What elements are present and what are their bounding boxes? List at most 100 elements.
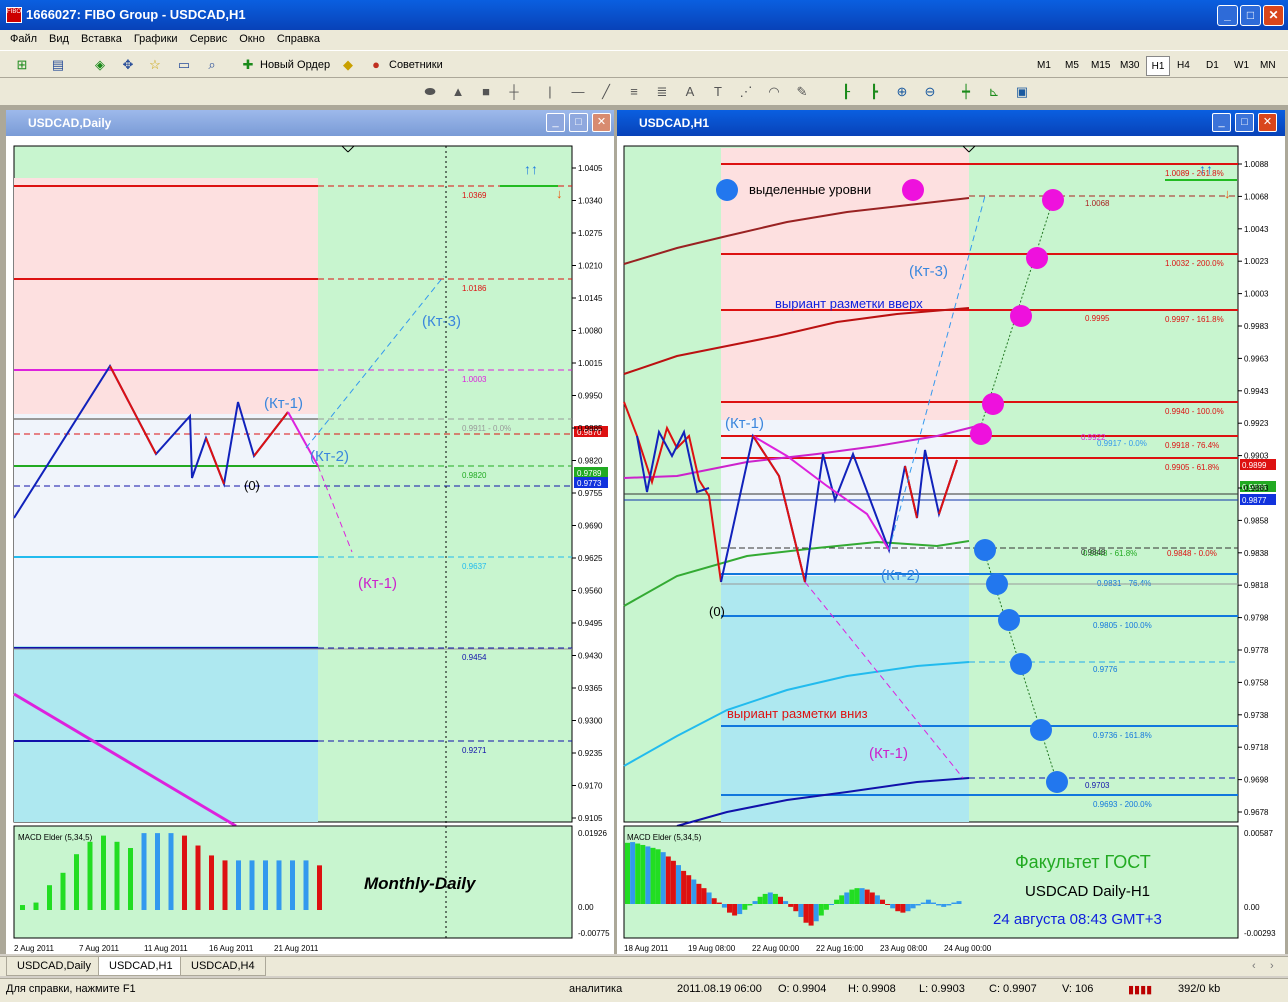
h1-macd-bar xyxy=(732,904,738,916)
h1-macd-bar xyxy=(665,856,671,904)
triangle-tool-icon[interactable]: ▲ xyxy=(450,84,466,100)
h1-annotation-kt1-down: (Кт-1) xyxy=(869,745,908,762)
horizontal-line-icon[interactable]: — xyxy=(570,84,586,100)
menu-tools[interactable]: Сервис xyxy=(184,30,234,45)
advisors-icon[interactable]: ● xyxy=(368,57,384,73)
data-window-icon[interactable]: ✥ xyxy=(120,57,136,73)
vertical-line-icon[interactable]: | xyxy=(542,84,558,100)
bar-chart-icon[interactable]: ┠ xyxy=(838,84,854,100)
zoom-out-icon[interactable]: ⊖ xyxy=(922,84,938,100)
timeframe-h1[interactable]: H1 xyxy=(1146,56,1170,76)
metaeditor-icon[interactable]: ◆ xyxy=(340,57,356,73)
navigator-icon[interactable]: ☆ xyxy=(147,57,163,73)
fibo-channel-icon[interactable]: ≣ xyxy=(654,84,670,100)
new-order-icon[interactable]: ✚ xyxy=(240,57,256,73)
timeframe-m1[interactable]: M1 xyxy=(1034,56,1054,76)
crosshair-tool-icon[interactable]: ┼ xyxy=(506,84,522,100)
timeframe-h4[interactable]: H4 xyxy=(1174,56,1193,76)
daily-macd-tick: 0.00 xyxy=(578,903,594,912)
chart-window-daily[interactable]: USDCAD,Daily _ □ ✕ 1.0369 1.0186 1.0003 0.9… xyxy=(6,110,614,954)
daily-level-label: 0.9911 - 0.0% xyxy=(462,424,511,433)
rectangle-tool-icon[interactable]: ■ xyxy=(478,84,494,100)
daily-price-tick-label: 0.9755 xyxy=(578,489,603,498)
h1-macd-bar xyxy=(645,846,651,904)
h1-date-tick: 18 Aug 2011 xyxy=(624,944,669,953)
h1-macd-bar xyxy=(650,847,656,904)
h1-macd-bar xyxy=(757,896,763,904)
new-chart-icon[interactable]: ⊞ xyxy=(14,57,30,73)
menu-charts[interactable]: Графики xyxy=(128,30,184,45)
h1-annotation-kt3: (Кт-3) xyxy=(909,263,948,280)
menu-window[interactable]: Окно xyxy=(233,30,271,45)
timeframe-w1[interactable]: W1 xyxy=(1231,56,1252,76)
h1-macd-bar xyxy=(716,902,722,904)
menu-help[interactable]: Справка xyxy=(271,30,326,45)
h1-macd-bar xyxy=(915,904,921,906)
menu-view[interactable]: Вид xyxy=(43,30,75,45)
zoom-in-icon[interactable]: ⊕ xyxy=(894,84,910,100)
h1-price-tick-label: 1.0068 xyxy=(1244,192,1269,201)
new-order-button[interactable]: Новый Ордер xyxy=(260,56,330,74)
daily-chart-canvas[interactable]: 1.0369 1.0186 1.0003 0.9911 - 0.0% 0.9820 0.9… xyxy=(6,136,614,954)
chart-h1-minimize-button[interactable]: _ xyxy=(1212,113,1231,132)
market-watch-icon[interactable]: ◈ xyxy=(92,57,108,73)
chart-workspace: USDCAD,Daily _ □ ✕ 1.0369 1.0186 1.0003 0.9… xyxy=(0,106,1288,954)
templates-icon[interactable]: ▣ xyxy=(1014,84,1030,100)
chart-h1-close-button[interactable]: ✕ xyxy=(1258,113,1277,132)
maximize-button[interactable]: □ xyxy=(1240,5,1261,26)
tabs-scroll-right-icon[interactable]: › xyxy=(1270,960,1274,972)
close-button[interactable]: ✕ xyxy=(1263,5,1284,26)
ellipse-tool-icon[interactable]: ⬬ xyxy=(422,84,438,100)
h1-level-label: 0.9940 - 100.0% xyxy=(1165,407,1224,416)
profiles-icon[interactable]: ▤ xyxy=(50,57,66,73)
daily-date-tick: 7 Aug 2011 xyxy=(79,944,119,953)
daily-annotation-kt1: (Кт-1) xyxy=(264,395,303,412)
chart-window-h1[interactable]: USDCAD,H1 _ □ ✕ 1.0089 - 261.8% 1.0032 - … xyxy=(617,110,1285,954)
fibo-arcs-icon[interactable]: ◠ xyxy=(766,84,782,100)
text-tool-icon[interactable]: A xyxy=(682,84,698,100)
autoscroll-icon[interactable]: ┿ xyxy=(958,84,974,100)
chart-daily-close-button[interactable]: ✕ xyxy=(592,113,611,132)
tab-usdcad-h1[interactable]: USDCAD,H1 xyxy=(98,957,184,976)
tester-icon[interactable]: ⌕ xyxy=(204,57,220,73)
terminal-icon[interactable]: ▭ xyxy=(176,57,192,73)
tab-usdcad-h4[interactable]: USDCAD,H4 xyxy=(180,957,266,976)
window-title: 1666027: FIBO Group - USDCAD,H1 xyxy=(26,7,246,22)
h1-macd-bar xyxy=(941,904,947,907)
tab-usdcad-daily[interactable]: USDCAD,Daily xyxy=(6,957,102,976)
menu-insert[interactable]: Вставка xyxy=(75,30,128,45)
h1-price-tick-label: 0.9883 xyxy=(1244,484,1269,493)
fibo-fan-icon[interactable]: ⋰ xyxy=(738,84,754,100)
chart-shift-icon[interactable]: ⊾ xyxy=(986,84,1002,100)
menu-file[interactable]: Файл xyxy=(4,30,43,45)
h1-chart-canvas[interactable]: 1.0089 - 261.8% 1.0032 - 200.0% 0.9997 - 1… xyxy=(617,136,1285,954)
chart-h1-maximize-button[interactable]: □ xyxy=(1235,113,1254,132)
timeframe-mn[interactable]: MN xyxy=(1257,56,1279,76)
timeframe-d1[interactable]: D1 xyxy=(1203,56,1222,76)
candles-icon[interactable]: ┣ xyxy=(866,84,882,100)
chart-daily-maximize-button[interactable]: □ xyxy=(569,113,588,132)
daily-macd-bar xyxy=(276,860,282,910)
text-label-icon[interactable]: T xyxy=(710,84,726,100)
h1-price-tick-label: 0.9943 xyxy=(1244,387,1269,396)
tabs-scroll-left-icon[interactable]: ‹ xyxy=(1252,960,1256,972)
minimize-button[interactable]: _ xyxy=(1217,5,1238,26)
h1-macd-bar xyxy=(747,904,753,906)
chart-h1-title: USDCAD,H1 xyxy=(617,110,1285,136)
objects-toolbar: ⬬ ▲ ■ ┼ | — ╱ ≡ ≣ A T ⋰ ◠ ✎ ┠ ┣ ⊕ ⊖ ┿ ⊾ … xyxy=(0,78,1288,106)
h1-level-label: 0.9703 xyxy=(1085,781,1110,790)
arrows-tool-icon[interactable]: ✎ xyxy=(794,84,810,100)
chart-daily-minimize-button[interactable]: _ xyxy=(546,113,565,132)
daily-macd-bar xyxy=(47,885,52,910)
daily-macd-bar xyxy=(101,835,106,910)
status-bar: Для справки, нажмите F1 аналитика 2011.0… xyxy=(0,978,1288,1002)
timeframe-m5[interactable]: M5 xyxy=(1062,56,1082,76)
trendline-icon[interactable]: ╱ xyxy=(598,84,614,100)
advisors-button[interactable]: Советники xyxy=(389,56,443,74)
daily-price-tick-label: 0.9560 xyxy=(578,587,603,596)
timeframe-m30[interactable]: M30 xyxy=(1117,56,1142,76)
h1-level-label: 1.0089 - 261.8% xyxy=(1165,169,1224,178)
h1-macd-bar xyxy=(900,904,906,913)
timeframe-m15[interactable]: M15 xyxy=(1088,56,1113,76)
fibo-retracement-icon[interactable]: ≡ xyxy=(626,84,642,100)
